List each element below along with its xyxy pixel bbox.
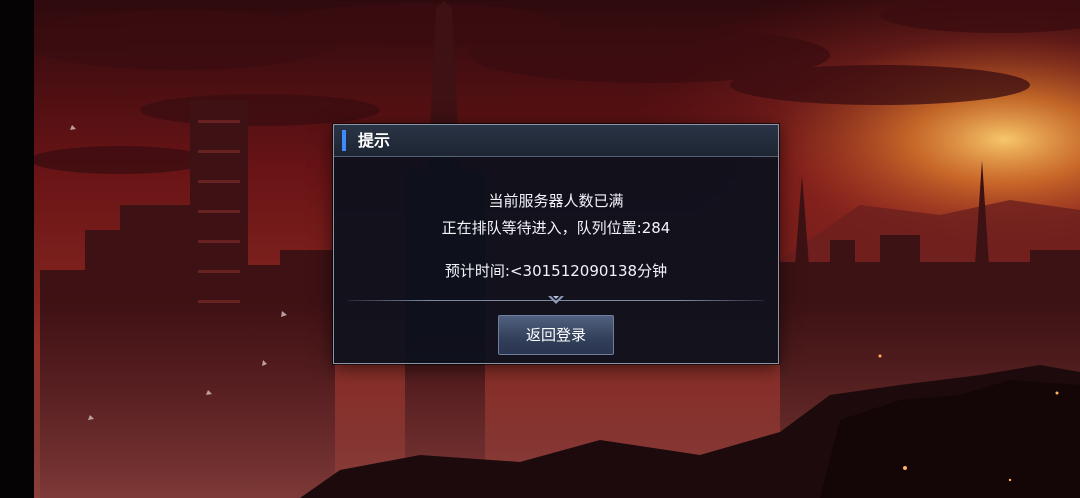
left-edge-bar bbox=[0, 0, 34, 498]
queue-position-message: 正在排队等待进入，队列位置:284 bbox=[441, 219, 671, 237]
return-to-login-button[interactable]: 返回登录 bbox=[498, 315, 614, 355]
header-accent-bar bbox=[342, 130, 346, 151]
chevron-down-icon bbox=[548, 296, 564, 304]
queue-notice-dialog: 提示 当前服务器人数已满 正在排队等待进入，队列位置:284 预计时间:<301… bbox=[333, 124, 779, 364]
estimated-time-message: 预计时间:<301512090138分钟 bbox=[444, 262, 668, 280]
dialog-header: 提示 bbox=[334, 125, 778, 157]
server-full-message: 当前服务器人数已满 bbox=[488, 192, 624, 210]
dialog-title: 提示 bbox=[358, 131, 391, 150]
game-screen: 提示 当前服务器人数已满 正在排队等待进入，队列位置:284 预计时间:<301… bbox=[0, 0, 1080, 498]
